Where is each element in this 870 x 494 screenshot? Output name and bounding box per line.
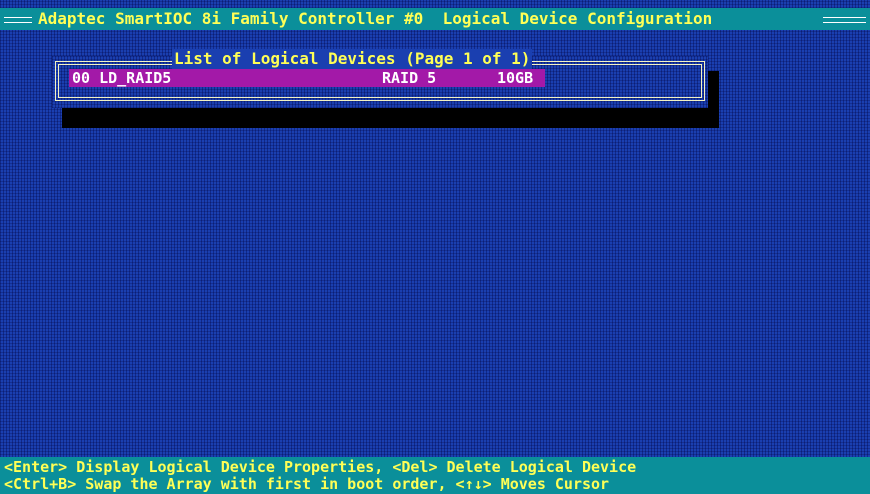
device-name: 00 LD_RAID5: [72, 69, 172, 87]
device-raid-level: RAID 5: [382, 69, 437, 87]
bios-screen: Adaptec SmartIOC 8i Family Controller #0…: [0, 0, 870, 494]
help-bar: <Enter> Display Logical Device Propertie…: [0, 457, 870, 494]
help-line-2: <Ctrl+B> Swap the Array with first in bo…: [4, 475, 610, 493]
list-item[interactable]: 00 LD_RAID5 RAID 5 10GB: [69, 69, 545, 87]
title-rule-right: [823, 17, 866, 23]
help-line-1: <Enter> Display Logical Device Propertie…: [4, 458, 637, 476]
page-title: Adaptec SmartIOC 8i Family Controller #0…: [38, 9, 713, 28]
list-title: List of Logical Devices (Page 1 of 1): [172, 49, 533, 69]
title-rule-left: [4, 17, 32, 23]
device-size: 10GB: [497, 69, 534, 87]
title-bar: Adaptec SmartIOC 8i Family Controller #0…: [0, 8, 870, 30]
